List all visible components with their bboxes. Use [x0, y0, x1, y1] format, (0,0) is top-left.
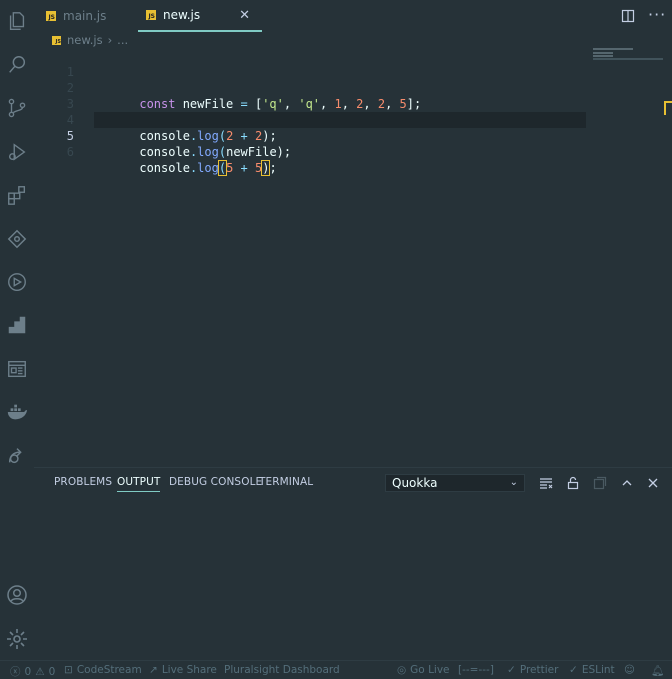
js-file-icon: JS — [52, 35, 61, 45]
editor-tab-bar: JS main.js JS new.js ✕ ··· — [34, 0, 672, 32]
search-icon[interactable] — [5, 53, 29, 77]
eslint-status[interactable]: ✓ ESLint — [569, 664, 615, 676]
problems-status[interactable]: ⓧ 0 ⚠ 0 — [10, 664, 55, 679]
docker-icon[interactable] — [5, 400, 29, 424]
code-line: 2 — [34, 64, 74, 95]
code-line: 4 console.log(newFile); — [34, 96, 291, 159]
tab-label: new.js — [163, 8, 201, 22]
prettier-status[interactable]: ✓ Prettier — [507, 664, 558, 676]
tab-main-js[interactable]: JS main.js — [46, 0, 138, 32]
js-file-icon: JS — [146, 10, 156, 20]
run-debug-icon[interactable] — [5, 140, 29, 164]
accounts-icon[interactable] — [5, 583, 29, 607]
live-share-icon: ↗ — [149, 664, 158, 676]
check-icon: ✓ — [507, 664, 516, 676]
overview-ruler-marker — [664, 101, 672, 115]
code-line-active: 5 console.log(5 + 5); — [34, 112, 277, 176]
live-share-panel-icon[interactable] — [5, 270, 29, 294]
open-log-icon — [593, 476, 607, 490]
tab-terminal[interactable]: TERMINAL — [259, 476, 313, 488]
warning-icon: ⚠ — [35, 665, 45, 678]
breadcrumb-separator: › — [107, 33, 113, 47]
output-channel-value: Quokka — [392, 476, 438, 490]
bottom-panel: PROBLEMS OUTPUT DEBUG CONSOLE TERMINAL Q… — [34, 467, 672, 660]
breadcrumb-file[interactable]: new.js — [67, 33, 103, 47]
dashboard-icon[interactable] — [5, 357, 29, 381]
clear-output-icon[interactable] — [539, 476, 553, 490]
feedback-status[interactable]: ☺ — [624, 664, 635, 676]
lock-scroll-icon[interactable] — [566, 476, 580, 490]
code-line: 1 const newFile = ['q', 'q', 1, 2, 2, 5]… — [34, 48, 421, 111]
feedback-icon: ☺ — [624, 664, 635, 676]
source-control-icon[interactable] — [5, 96, 29, 120]
quokka-progress-status[interactable]: [--=---] — [458, 664, 494, 676]
broadcast-icon: ◎ — [397, 664, 407, 676]
error-icon: ⓧ — [10, 666, 21, 678]
code-line: 3 console.log(2 + 2); — [34, 80, 277, 143]
gear-icon[interactable] — [5, 627, 29, 651]
chevron-down-icon: ⌄ — [509, 477, 518, 488]
codestream-icon: ⊡ — [64, 664, 73, 676]
tab-label: main.js — [63, 9, 107, 23]
tab-problems[interactable]: PROBLEMS — [54, 476, 112, 488]
pluralsight-status[interactable]: Pluralsight Dashboard — [224, 664, 340, 676]
activity-bar — [0, 0, 34, 660]
tab-output[interactable]: OUTPUT — [117, 476, 161, 492]
status-bar: ⓧ 0 ⚠ 0 ⊡ CodeStream ↗ Live Share Plural… — [0, 660, 672, 679]
breadcrumb: JS new.js › ... — [52, 33, 128, 47]
live-share-status[interactable]: ↗ Live Share — [149, 664, 217, 676]
split-editor-icon[interactable] — [621, 9, 635, 23]
tab-new-js[interactable]: JS new.js ✕ — [138, 0, 262, 32]
close-icon[interactable]: ✕ — [239, 8, 250, 23]
tab-debug-console[interactable]: DEBUG CONSOLE — [169, 476, 262, 488]
check-double-icon: ✓ — [569, 664, 578, 676]
gitlens-icon[interactable] — [5, 227, 29, 251]
js-file-icon: JS — [46, 11, 56, 21]
maximize-panel-icon[interactable] — [620, 476, 634, 490]
minimap[interactable] — [593, 48, 663, 62]
notifications-status[interactable]: 🔔︎ — [651, 664, 664, 677]
remote-explorer-icon[interactable] — [5, 443, 29, 467]
line-number: 6 — [66, 145, 74, 159]
close-panel-icon[interactable] — [646, 476, 660, 490]
extensions-icon[interactable] — [5, 183, 29, 207]
bell-icon: 🔔︎ — [651, 665, 665, 677]
go-live-status[interactable]: ◎ Go Live — [397, 664, 450, 676]
pluralsight-icon[interactable] — [5, 313, 29, 337]
code-line: 6 — [34, 128, 74, 159]
codestream-status[interactable]: ⊡ CodeStream — [64, 664, 142, 676]
breadcrumb-symbol[interactable]: ... — [117, 33, 128, 47]
explorer-icon[interactable] — [5, 9, 29, 33]
more-actions-icon[interactable]: ··· — [648, 5, 666, 24]
output-channel-select[interactable]: Quokka ⌄ — [385, 474, 525, 492]
code-editor[interactable]: 1 const newFile = ['q', 'q', 1, 2, 2, 5]… — [34, 48, 594, 176]
